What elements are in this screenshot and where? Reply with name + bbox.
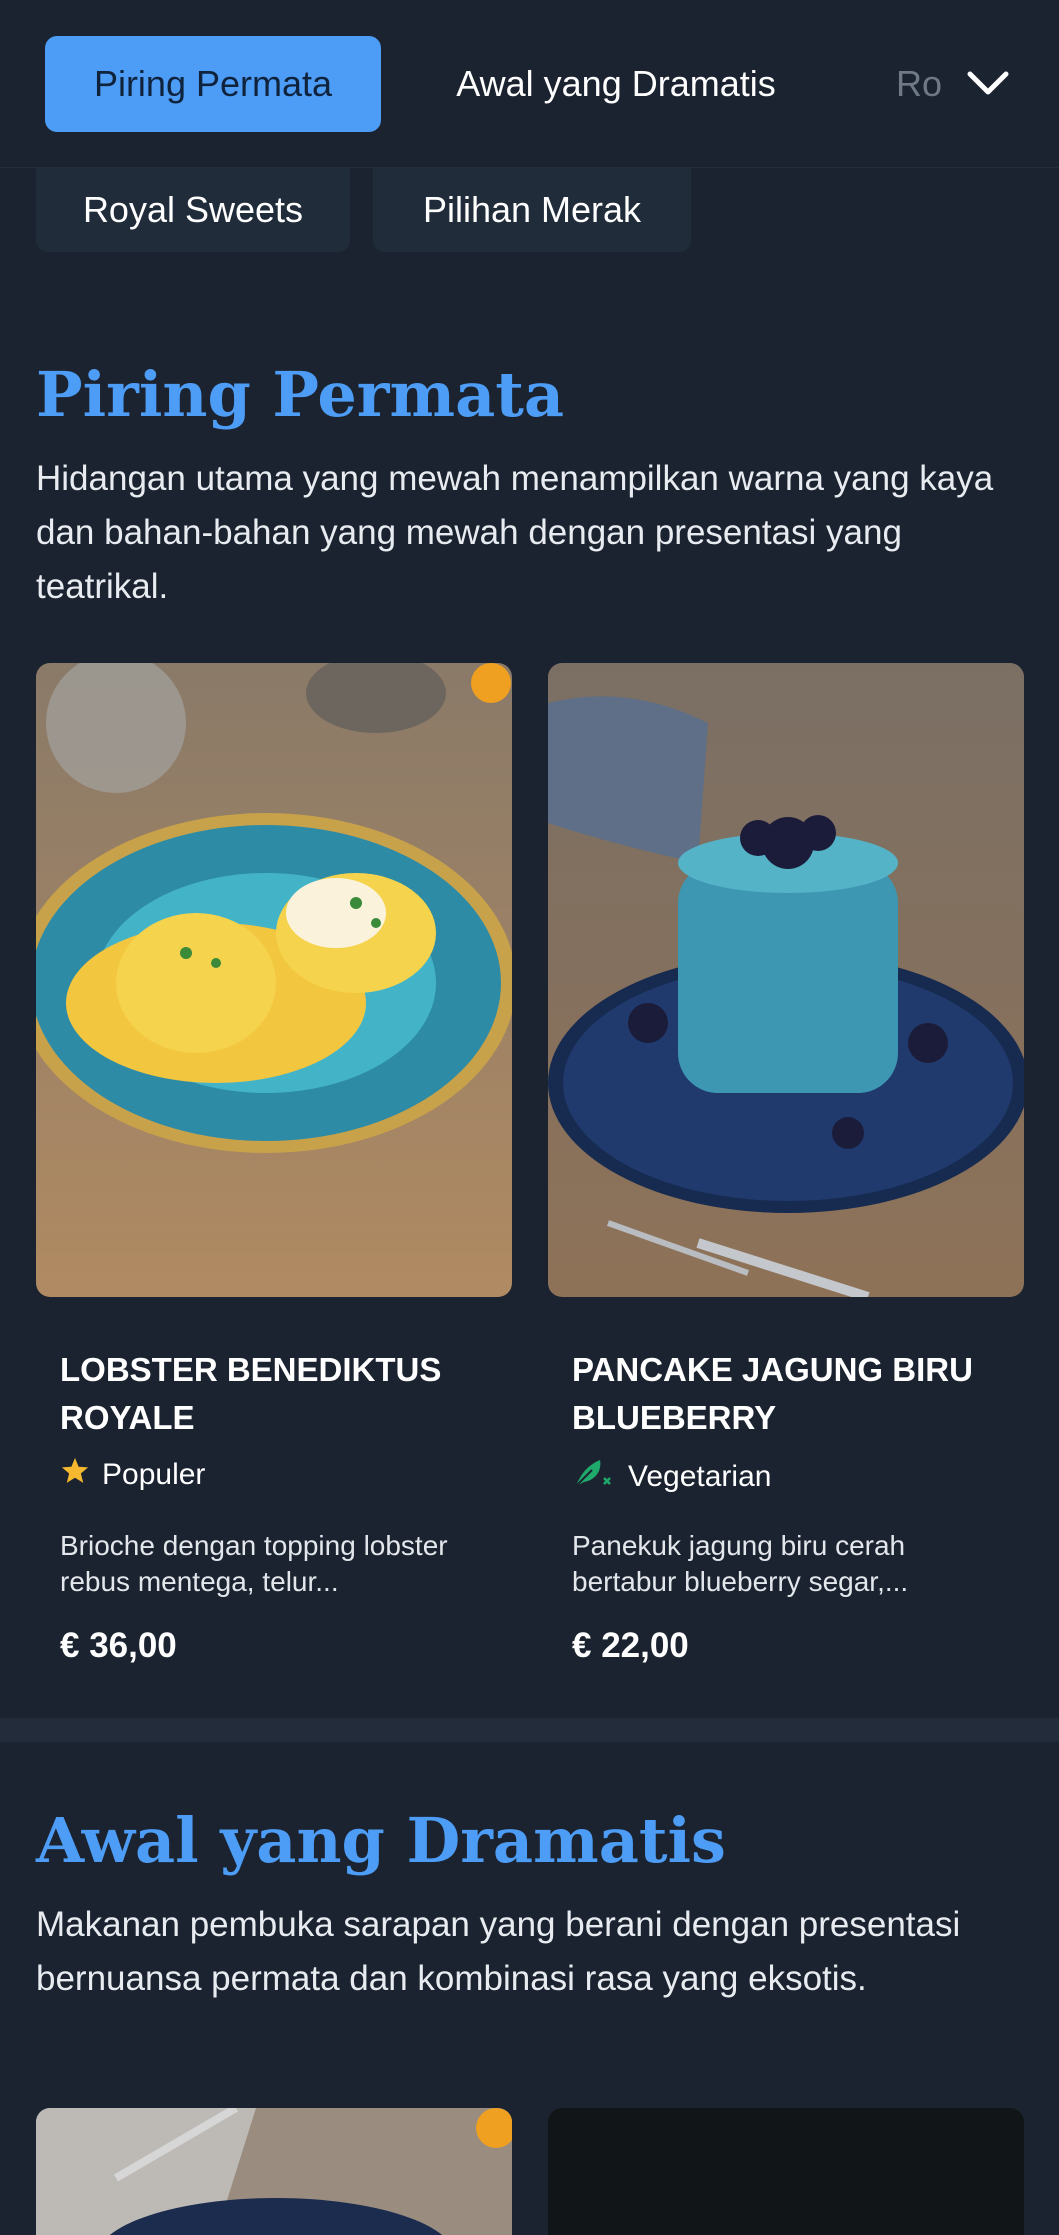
section-description: Hidangan utama yang mewah menampilkan wa… xyxy=(36,459,994,606)
menu-item-price: € 36,00 xyxy=(60,1626,177,1665)
menu-item-price: € 22,00 xyxy=(572,1626,689,1665)
star-icon xyxy=(60,1456,90,1494)
tab-awal-yang-dramatis[interactable]: Awal yang Dramatis xyxy=(410,36,822,132)
menu-item-tag: Populer xyxy=(60,1456,205,1494)
menu-item-tag-label: Vegetarian xyxy=(628,1460,772,1493)
tab-royal-sweets[interactable]: Royal Sweets xyxy=(36,168,350,252)
menu-item-description: Brioche dengan topping lobster rebus men… xyxy=(60,1530,448,1597)
menu-item-name[interactable]: LOBSTER BENEDIKTUS ROYALE xyxy=(60,1346,510,1442)
tab-royal-sweets-truncated[interactable]: Ro xyxy=(896,36,956,132)
section-divider xyxy=(0,1718,1059,1742)
chevron-down-icon[interactable] xyxy=(958,60,1018,108)
section-title: Piring Permata xyxy=(36,358,565,431)
leaf-icon xyxy=(572,1456,616,1498)
category-nav: Piring Permata Awal yang Dramatis Ro xyxy=(0,0,1059,168)
menu-item-image[interactable] xyxy=(36,663,512,1297)
tab-pilihan-merak[interactable]: Pilihan Merak xyxy=(373,168,691,252)
section-description: Makanan pembuka sarapan yang berani deng… xyxy=(36,1905,961,1998)
menu-item-image[interactable] xyxy=(36,2108,512,2235)
menu-item-description: Panekuk jagung biru cerah bertabur blueb… xyxy=(572,1530,909,1597)
section-title: Awal yang Dramatis xyxy=(36,1804,726,1877)
menu-item-tag: Vegetarian xyxy=(572,1456,771,1498)
menu-item-name[interactable]: PANCAKE JAGUNG BIRU BLUEBERRY xyxy=(572,1346,1022,1442)
menu-item-image[interactable] xyxy=(548,663,1024,1297)
menu-item-tag-label: Populer xyxy=(102,1458,206,1491)
menu-item-image[interactable] xyxy=(548,2108,1024,2235)
tab-piring-permata[interactable]: Piring Permata xyxy=(45,36,381,132)
